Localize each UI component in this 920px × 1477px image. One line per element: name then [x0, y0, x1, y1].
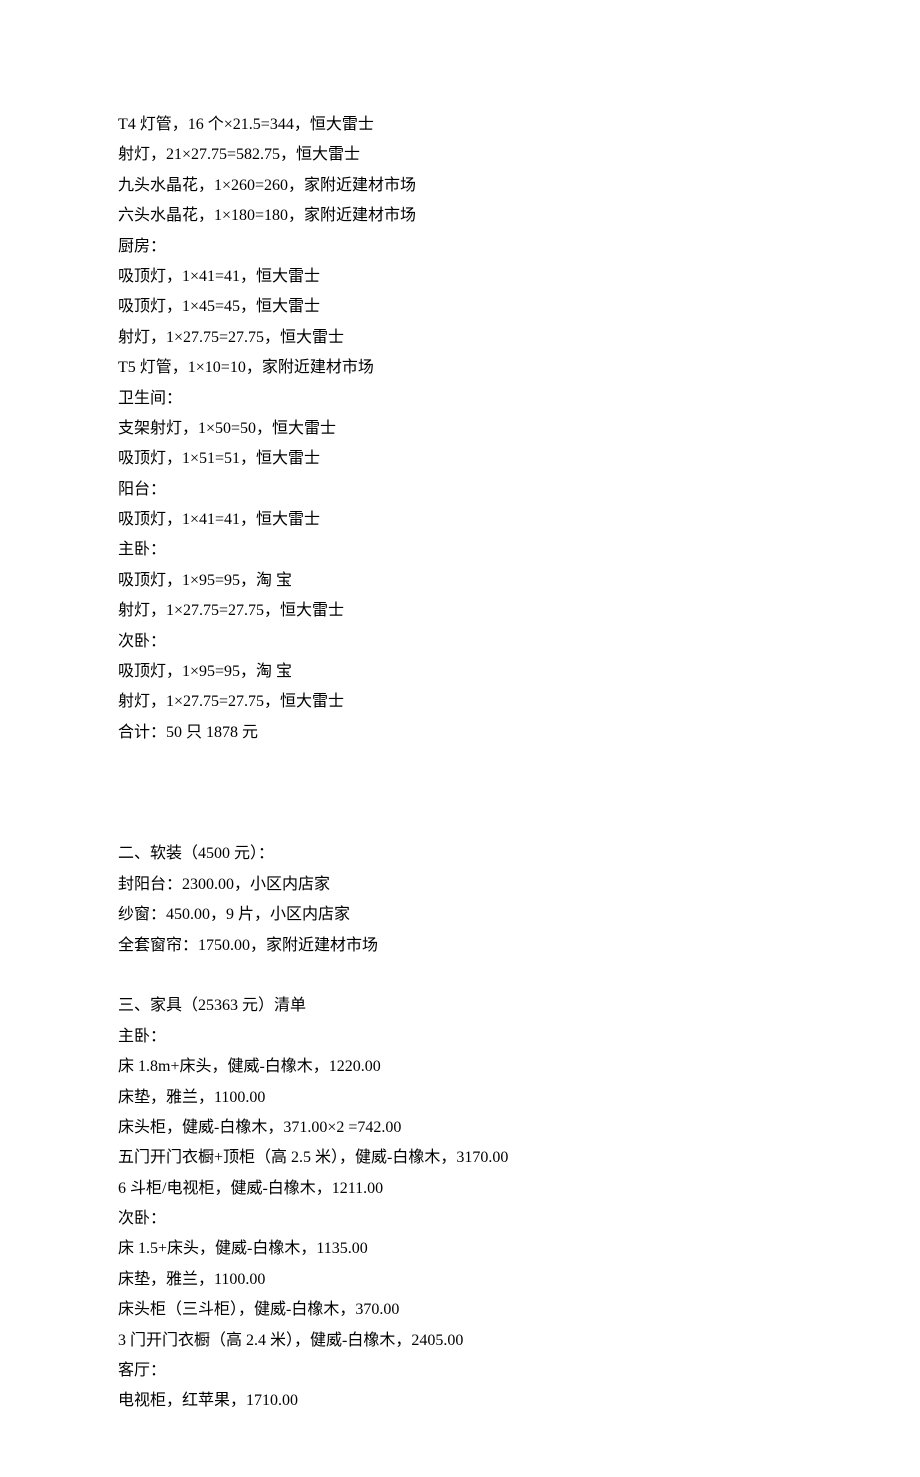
text-line: 五门开门衣橱+顶柜（高 2.5 米），健威-白橡木，3170.00 — [118, 1143, 802, 1173]
text-line: 六头水晶花，1×180=180，家附近建材市场 — [118, 201, 802, 231]
text-line: 吸顶灯，1×41=41，恒大雷士 — [118, 505, 802, 535]
text-line: 床 1.8m+床头，健威-白橡木，1220.00 — [118, 1052, 802, 1082]
text-line: 合计：50 只 1878 元 — [118, 718, 802, 748]
text-line: 二、软装（4500 元）： — [118, 839, 802, 869]
text-line: 吸顶灯，1×95=95，淘 宝 — [118, 657, 802, 687]
text-line: 主卧： — [118, 1022, 802, 1052]
text-line: 吸顶灯，1×51=51，恒大雷士 — [118, 444, 802, 474]
text-line: 卫生间： — [118, 384, 802, 414]
text-line: T4 灯管，16 个×21.5=344，恒大雷士 — [118, 110, 802, 140]
text-line: 床垫，雅兰，1100.00 — [118, 1265, 802, 1295]
text-line: 射灯，21×27.75=582.75，恒大雷士 — [118, 140, 802, 170]
text-line: 支架射灯，1×50=50，恒大雷士 — [118, 414, 802, 444]
text-line: 6 斗柜/电视柜，健威-白橡木，1211.00 — [118, 1174, 802, 1204]
text-line: 九头水晶花，1×260=260，家附近建材市场 — [118, 171, 802, 201]
text-line: 床垫，雅兰，1100.00 — [118, 1083, 802, 1113]
text-line: 床头柜，健威-白橡木，371.00×2 =742.00 — [118, 1113, 802, 1143]
text-line: 次卧： — [118, 627, 802, 657]
blank-line — [118, 961, 802, 991]
text-line: 射灯，1×27.75=27.75，恒大雷士 — [118, 596, 802, 626]
text-line: T5 灯管，1×10=10，家附近建材市场 — [118, 353, 802, 383]
text-line: 客厅： — [118, 1356, 802, 1386]
text-line: 主卧： — [118, 535, 802, 565]
text-line: 射灯，1×27.75=27.75，恒大雷士 — [118, 323, 802, 353]
section-gap — [118, 748, 802, 839]
text-line: 吸顶灯，1×95=95，淘 宝 — [118, 566, 802, 596]
text-line: 床头柜（三斗柜），健威-白橡木，370.00 — [118, 1295, 802, 1325]
text-line: 射灯，1×27.75=27.75，恒大雷士 — [118, 687, 802, 717]
text-line: 厨房： — [118, 232, 802, 262]
text-line: 全套窗帘：1750.00，家附近建材市场 — [118, 931, 802, 961]
text-line: 三、家具（25363 元）清单 — [118, 991, 802, 1021]
text-line: 阳台： — [118, 475, 802, 505]
text-line: 床 1.5+床头，健威-白橡木，1135.00 — [118, 1234, 802, 1264]
text-line: 吸顶灯，1×45=45，恒大雷士 — [118, 292, 802, 322]
text-line: 封阳台：2300.00，小区内店家 — [118, 870, 802, 900]
text-line: 次卧： — [118, 1204, 802, 1234]
text-line: 电视柜，红苹果，1710.00 — [118, 1386, 802, 1416]
text-line: 3 门开门衣橱（高 2.4 米），健威-白橡木，2405.00 — [118, 1326, 802, 1356]
text-line: 吸顶灯，1×41=41，恒大雷士 — [118, 262, 802, 292]
text-line: 纱窗：450.00，9 片，小区内店家 — [118, 900, 802, 930]
